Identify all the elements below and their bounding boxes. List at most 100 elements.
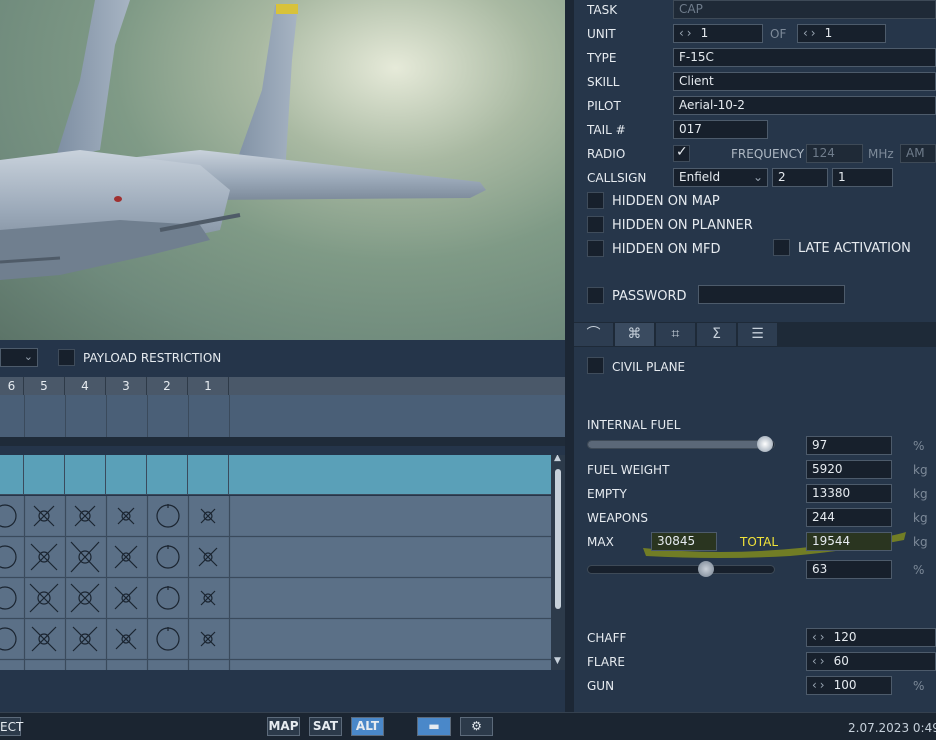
chaff-value: 120 xyxy=(833,630,857,644)
callsign-label: CALLSIGN xyxy=(587,171,647,185)
total-weight-label: TOTAL xyxy=(740,535,779,549)
hidden-on-map-checkbox[interactable] xyxy=(587,192,604,209)
airframe-icon: ⌗ xyxy=(671,326,680,342)
callsign-member-input[interactable]: 1 xyxy=(832,168,893,187)
password-input[interactable] xyxy=(698,285,845,304)
altitude-view-button[interactable]: ALT xyxy=(351,717,384,736)
station-header-2: 2 xyxy=(147,377,188,395)
civil-plane-label: CIVIL PLANE xyxy=(612,360,686,374)
unit-of-label: OF xyxy=(770,27,787,41)
callsign-name: Enfield xyxy=(679,170,721,184)
task-dropdown[interactable]: CAP xyxy=(673,0,936,19)
chaff-stepper[interactable]: ‹› 120 xyxy=(806,628,936,647)
flare-value: 60 xyxy=(833,654,849,668)
station-header-5: 5 xyxy=(24,377,65,395)
unit-stepper[interactable]: ‹› 1 xyxy=(673,24,763,43)
total-weight-value: 19544 xyxy=(806,532,892,551)
internal-fuel-slider[interactable] xyxy=(587,436,775,452)
pilot-name-input[interactable]: Aerial-10-2 xyxy=(673,96,936,115)
tab-summary[interactable]: Σ xyxy=(697,323,737,346)
civil-plane-checkbox[interactable] xyxy=(587,357,604,374)
station-header-4: 4 xyxy=(65,377,106,395)
stepper-arrows-icon[interactable]: ‹› xyxy=(803,26,819,40)
modulation-dropdown[interactable]: AM xyxy=(900,144,936,163)
chaff-label: CHAFF xyxy=(587,631,627,645)
scrollbar-thumb[interactable] xyxy=(555,469,561,609)
chevron-down-icon: ⌄ xyxy=(23,350,33,363)
select-button[interactable]: ECT xyxy=(0,717,24,736)
max-weight-value: 30845 xyxy=(651,532,717,551)
radio-label: RADIO xyxy=(587,147,626,161)
stepper-arrows-icon[interactable]: ‹› xyxy=(812,630,828,644)
weapons-weight-unit: kg xyxy=(913,511,928,525)
max-weight-label: MAX xyxy=(587,535,614,549)
hidden-on-planner-checkbox[interactable] xyxy=(587,216,604,233)
tail-number-input[interactable]: 017 xyxy=(673,120,768,139)
satellite-view-button[interactable]: SAT xyxy=(309,717,342,736)
scroll-down-icon[interactable]: ▼ xyxy=(554,656,561,666)
weapon-list-scrollbar[interactable]: ▲ ▼ xyxy=(551,455,565,670)
callsign-dropdown[interactable]: Enfield ⌄ xyxy=(673,168,768,187)
ruler-tool-button[interactable]: ▬ xyxy=(417,717,451,736)
tab-datalink[interactable]: ☰ xyxy=(738,323,778,346)
frequency-label: FREQUENCY xyxy=(731,147,805,161)
settings-tool-button[interactable]: ⚙ xyxy=(460,717,493,736)
stepper-arrows-icon[interactable]: ‹› xyxy=(812,678,828,692)
password-checkbox[interactable] xyxy=(587,287,604,304)
unit-count-stepper[interactable]: ‹› 1 xyxy=(797,24,886,43)
tab-payload[interactable]: ⌘ xyxy=(615,323,655,346)
frequency-input[interactable]: 124 xyxy=(806,144,863,163)
map-view-button[interactable]: MAP xyxy=(267,717,300,736)
flare-stepper[interactable]: ‹› 60 xyxy=(806,652,936,671)
type-dropdown[interactable]: F-15C xyxy=(673,48,936,67)
internal-fuel-slider-fill xyxy=(588,441,769,448)
scroll-up-icon[interactable]: ▲ xyxy=(554,455,561,463)
chevron-down-icon: ⌄ xyxy=(752,170,763,184)
hidden-on-map-label: HIDDEN ON MAP xyxy=(612,194,720,209)
ammo-input[interactable]: 63 xyxy=(806,560,892,579)
tab-waypoints[interactable]: ⌒ xyxy=(574,323,614,346)
weapon-list[interactable]: ▲ ▼ xyxy=(0,455,565,670)
fuel-weight-value[interactable]: 5920 xyxy=(806,460,892,479)
late-activation-checkbox[interactable] xyxy=(773,239,790,256)
ammo-slider-thumb[interactable] xyxy=(698,561,714,577)
aircraft-preview-image xyxy=(0,0,565,340)
internal-fuel-slider-thumb[interactable] xyxy=(757,436,773,452)
panel-divider[interactable] xyxy=(565,0,574,712)
loadout-preset-dropdown[interactable]: ⌄ xyxy=(0,348,38,367)
station-header-1: 1 xyxy=(188,377,229,395)
select-button-label: ECT xyxy=(0,720,24,734)
frequency-unit: MHz xyxy=(868,147,894,161)
station-header-3: 3 xyxy=(106,377,147,395)
tab-airframe[interactable]: ⌗ xyxy=(656,323,696,346)
payload-restriction-checkbox[interactable] xyxy=(58,349,75,366)
gun-stepper[interactable]: ‹› 100 xyxy=(806,676,892,695)
callsign-group-input[interactable]: 2 xyxy=(772,168,828,187)
radio-checkbox[interactable] xyxy=(673,144,690,162)
list-item[interactable] xyxy=(0,455,551,495)
tail-number-label: TAIL # xyxy=(587,123,626,137)
ammo-slider[interactable] xyxy=(587,561,775,577)
gun-value: 100 xyxy=(833,678,857,692)
datalink-icon: ☰ xyxy=(751,326,764,342)
internal-fuel-label: INTERNAL FUEL xyxy=(587,418,681,432)
type-label: TYPE xyxy=(587,51,617,65)
weapons-weight-label: WEAPONS xyxy=(587,511,648,525)
payload-icon: ⌘ xyxy=(627,326,642,342)
password-label: PASSWORD xyxy=(612,289,687,304)
weapon-station-icons xyxy=(0,496,551,670)
hidden-on-mfd-label: HIDDEN ON MFD xyxy=(612,242,721,257)
unit-value: 1 xyxy=(700,26,709,40)
hidden-on-mfd-checkbox[interactable] xyxy=(587,240,604,257)
stepper-arrows-icon[interactable]: ‹› xyxy=(679,26,695,40)
internal-fuel-unit: % xyxy=(913,439,925,453)
task-label: TASK xyxy=(587,3,618,17)
flare-label: FLARE xyxy=(587,655,625,669)
skill-dropdown[interactable]: Client xyxy=(673,72,936,91)
mission-datetime: 2.07.2023 0:49 xyxy=(848,721,936,735)
fuel-weight-label: FUEL WEIGHT xyxy=(587,463,670,477)
weapons-weight-value: 244 xyxy=(806,508,892,527)
internal-fuel-input[interactable]: 97 xyxy=(806,436,892,455)
late-activation-label: LATE ACTIVATION xyxy=(798,241,911,256)
stepper-arrows-icon[interactable]: ‹› xyxy=(812,654,828,668)
